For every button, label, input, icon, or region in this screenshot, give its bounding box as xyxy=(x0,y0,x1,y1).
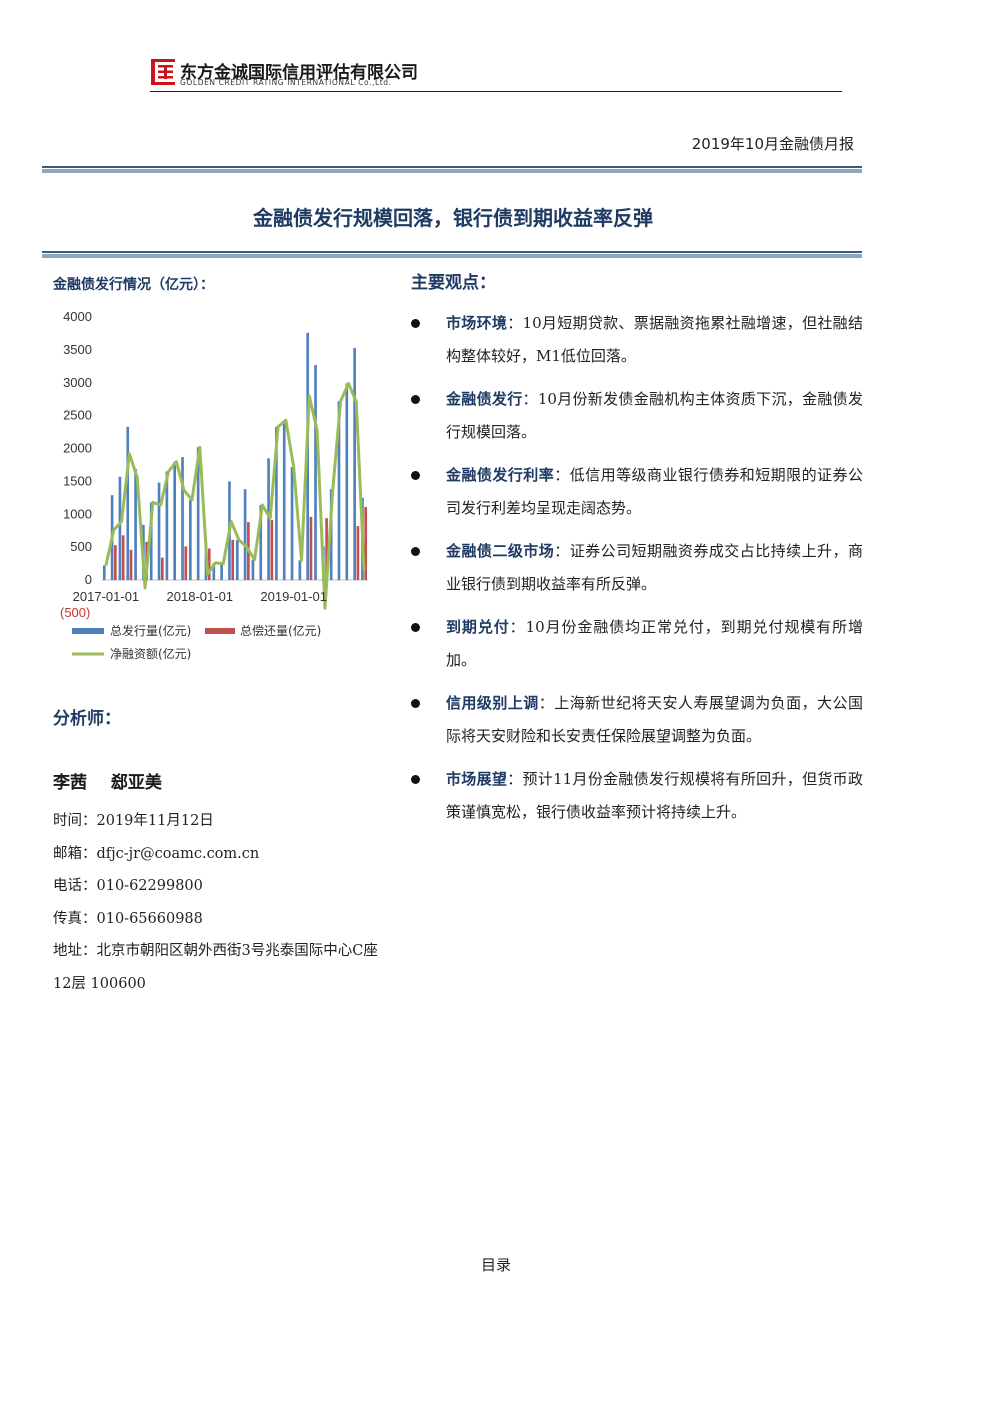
bar-total-repayment xyxy=(184,546,188,580)
point-market-environment: 市场环境：10月短期贷款、票据融资拖累社融增速，但社融结构整体较好，M1低位回落… xyxy=(408,307,863,373)
bar-total-repayment xyxy=(356,526,360,580)
y-tick-label: 3000 xyxy=(63,375,92,390)
main-points-list: 市场环境：10月短期贷款、票据融资拖累社融增速，但社融结构整体较好，M1低位回落… xyxy=(408,307,863,839)
y-tick-label: 500 xyxy=(70,539,92,554)
y-tick-label: 3500 xyxy=(63,342,92,357)
y-tick-label: 2000 xyxy=(63,441,92,456)
bar-total-issuance xyxy=(157,482,161,580)
analyst-contact: 时间：2019年11月12日 邮箱：dfjc-jr@coamc.com.cn 电… xyxy=(53,805,383,1000)
main-title: 金融债发行规模回落，银行债到期收益率反弹 xyxy=(253,206,653,230)
point-separator: ： xyxy=(554,466,570,484)
bar-total-issuance xyxy=(118,476,122,580)
bar-total-issuance xyxy=(282,420,286,580)
bar-total-repayment xyxy=(129,549,133,580)
bullet-icon xyxy=(411,547,420,556)
legend-label-issuance: 总发行量(亿元) xyxy=(110,623,191,638)
bar-total-repayment xyxy=(160,557,164,580)
legend-label-repayment: 总偿还量(亿元) xyxy=(240,623,321,638)
y-tick-label: 1000 xyxy=(63,506,92,521)
y-tick-label: (500) xyxy=(60,605,90,620)
point-issuance: 金融债发行：10月份新发债金融机构主体资质下沉，金融债发行规模回落。 xyxy=(408,383,863,449)
bar-total-issuance xyxy=(126,426,130,580)
bar-total-issuance xyxy=(251,559,255,580)
point-secondary-market: 金融债二级市场：证券公司短期融资券成交占比持续上升，商业银行债到期收益率有所反弹… xyxy=(408,535,863,601)
y-tick-label: 0 xyxy=(85,572,92,587)
x-tick-label: 2019-01-01 xyxy=(260,589,327,604)
bullet-icon xyxy=(411,395,420,404)
point-separator: ： xyxy=(507,770,523,788)
point-keyword: 市场展望 xyxy=(446,770,508,788)
bar-total-issuance xyxy=(220,563,223,580)
point-keyword: 金融债二级市场 xyxy=(446,542,555,560)
table-of-contents-label: 目录 xyxy=(480,1256,511,1274)
bullet-icon xyxy=(411,699,420,708)
title-band-bottom xyxy=(42,251,862,258)
title-band-top xyxy=(42,166,862,173)
header-divider xyxy=(150,91,842,92)
bullet-icon xyxy=(411,775,420,784)
point-issuance-rate: 金融债发行利率：低信用等级商业银行债券和短期限的证券公司发行利差均呈现走阔态势。 xyxy=(408,459,863,525)
point-separator: ： xyxy=(507,314,523,332)
bar-total-issuance xyxy=(243,489,247,580)
bar-total-issuance xyxy=(298,560,302,580)
contact-email: 邮箱：dfjc-jr@coamc.com.cn xyxy=(53,845,260,862)
bar-total-repayment xyxy=(121,535,125,580)
point-keyword: 到期兑付 xyxy=(446,618,510,636)
y-tick-label: 2500 xyxy=(63,408,92,423)
point-keyword: 金融债发行 xyxy=(446,390,523,408)
company-name-en: GOLDEN CREDIT RATING INTERNATIONAL Co.,L… xyxy=(180,78,392,87)
bar-total-repayment xyxy=(114,545,117,580)
bar-total-repayment xyxy=(270,520,274,580)
chart-caption: 金融债发行情况（亿元）： xyxy=(53,277,214,293)
bullet-icon xyxy=(411,623,420,632)
legend-swatch-issuance xyxy=(72,628,104,634)
bar-total-issuance xyxy=(102,565,106,580)
bar-total-repayment xyxy=(309,516,313,580)
bar-total-issuance xyxy=(173,461,177,580)
bar-total-issuance xyxy=(314,364,317,580)
contact-date: 时间：2019年11月12日 xyxy=(53,813,214,829)
point-rating-change: 信用级别上调：上海新世纪将天安人寿展望调为负面，大公国际将天安财险和长安责任保险… xyxy=(408,687,863,753)
point-keyword: 金融债发行利率 xyxy=(446,466,555,484)
financial-bond-issuance-chart: (500) 0 500 1000 1500 2000 2500 3000 3500 4000 201… xyxy=(60,309,368,661)
analyst-names: 李茜 郄亚美 xyxy=(53,773,162,793)
bar-total-issuance xyxy=(353,347,356,580)
contact-address: 地址：北京市朝阳区朝外西街3号兆泰国际中心C座12层 100600 xyxy=(53,943,378,992)
analyst-heading: 分析师： xyxy=(53,709,121,729)
contact-fax: 传真：010-65660988 xyxy=(53,910,203,927)
main-points-heading: 主要观点： xyxy=(411,273,496,293)
point-separator: ： xyxy=(522,390,538,408)
point-keyword: 市场环境 xyxy=(446,314,508,332)
point-keyword: 信用级别上调 xyxy=(446,694,539,712)
point-separator: ： xyxy=(509,618,526,636)
bar-total-issuance xyxy=(189,499,192,580)
company-logo-icon xyxy=(150,58,176,86)
x-tick-label: 2018-01-01 xyxy=(167,589,234,604)
point-separator: ： xyxy=(538,694,555,712)
point-separator: ： xyxy=(554,542,570,560)
y-tick-label: 4000 xyxy=(63,309,92,324)
legend-swatch-repayment xyxy=(205,628,235,634)
bullet-icon xyxy=(411,471,420,480)
point-market-outlook: 市场展望：预计11月份金融债发行规模将有所回升，但货币政策谨慎宽松，银行债收益率… xyxy=(408,763,863,829)
bar-total-issuance xyxy=(345,383,349,580)
legend-label-net: 净融资额(亿元) xyxy=(110,646,191,661)
report-title: 2019年10月金融债月报 xyxy=(691,135,854,153)
x-tick-label: 2017-01-01 xyxy=(73,589,140,604)
bar-total-issuance xyxy=(290,466,294,580)
contact-phone: 电话：010-62299800 xyxy=(53,878,203,894)
bullet-icon xyxy=(411,319,420,328)
bar-total-issuance xyxy=(235,539,239,580)
point-maturity-payment: 到期兑付：10月份金融债均正常兑付，到期兑付规模有所增加。 xyxy=(408,611,863,677)
bar-total-repayment xyxy=(231,539,235,580)
y-tick-label: 1500 xyxy=(63,473,92,488)
